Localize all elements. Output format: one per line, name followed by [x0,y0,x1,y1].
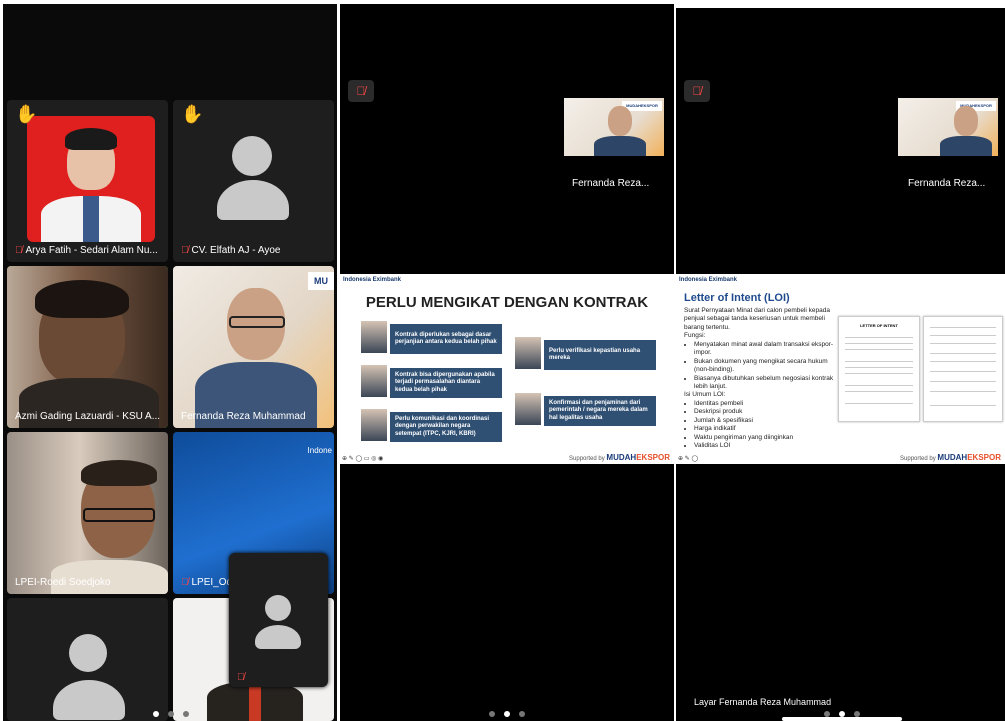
page-indicator[interactable] [153,711,189,717]
page-dot[interactable] [489,711,495,717]
slide-photo [360,320,388,354]
participant-name: 🎙̸ CV. Elfath AJ - Ayoe [181,245,281,256]
slide-footer: Supported by MUDAHEKSPOR [569,453,670,462]
shared-screen-label: Layar Fernanda Reza Muhammad [694,697,832,707]
mic-muted-icon: 🎙̸ [237,672,245,683]
slide-controls[interactable]: ⊕ ✎ ◯ ▭ ◎ ◉ [342,455,383,462]
participant-tile[interactable]: MU Fernanda Reza Muhammad [173,266,334,428]
page-indicator[interactable] [824,711,860,717]
mic-muted-icon: 🎙̸ [15,245,23,256]
slide-subheading: Fungsi: [684,332,706,340]
participant-name: Azmi Gading Lazuardi - KSU A... [15,411,161,422]
eximbank-logo: Indonesia Eximbank [679,277,738,283]
participant-name: Fernanda Reza Muhammad [181,411,306,422]
avatar-body-icon [217,180,289,220]
page-dot[interactable] [168,711,174,717]
mic-muted-icon: 🎙̸ [684,80,710,102]
slide-photo [360,364,388,398]
brand-badge: MU [308,272,334,290]
page-dot[interactable] [519,711,525,717]
list-item: Deskripsi produk [694,408,844,416]
document-title: LETTER OF INTENT [860,323,898,328]
slide-title: Letter of Intent (LOI) [684,292,790,304]
background-text: Indone [307,446,332,455]
participant-name: LPEI-Roedi Soedjoko [15,577,111,588]
list-item: Harga indikatif [694,425,844,433]
presenter-thumbnail[interactable]: MUDAHEKSPOR [564,98,664,156]
list-item: Biasanya dibutuhkan sebelum negosiasi ko… [694,375,844,392]
self-view[interactable]: 🎙̸ [229,553,328,687]
slide-box: Kontrak bisa dipergunakan apabila terjad… [390,368,502,398]
participant-tile[interactable]: LPEI-Roedi Soedjoko [7,432,168,594]
avatar-icon [69,634,107,672]
slide-subheading: Isi Umum LOI: [684,391,726,399]
slide-photo [360,408,388,442]
list-item: Waktu pengiriman yang diinginkan [694,434,844,442]
page-dot[interactable] [839,711,845,717]
raised-hand-icon: ✋ [15,104,38,124]
loi-document-image: LETTER OF INTENT [838,316,920,422]
participant-tile[interactable] [7,598,168,721]
presenter-thumbnail[interactable]: MUDAHEKSPOR [898,98,998,156]
list-item: Menyatakan minat awal dalam transaksi ek… [694,341,844,358]
mic-muted-icon: 🎙̸ [181,577,189,588]
page-dot[interactable] [824,711,830,717]
page-dot[interactable] [854,711,860,717]
list-item: Bukan dokumen yang mengikat secara hukum… [694,358,844,375]
participant-tile-active-speaker[interactable]: Azmi Gading Lazuardi - KSU A... [7,266,168,428]
participant-name: 🎙̸ Arya Fatih - Sedari Alam Nu... [15,245,158,256]
slide-controls[interactable]: ⊕ ✎ ◯ [678,455,698,462]
presentation-slide: Indonesia Eximbank PERLU MENGIKAT DENGAN… [340,274,674,464]
slide-photo [514,392,542,426]
slide-footer: Supported by MUDAHEKSPOR [900,453,1001,462]
slide-intro: Surat Pernyataan Minat dari calon pembel… [684,307,830,331]
participant-video [27,116,155,242]
slide-box: Konfirmasi dan penjaminan dari pemerinta… [544,396,656,426]
page-indicator[interactable] [489,711,525,717]
gallery-panel: ✋ 🎙̸ Arya Fatih - Sedari Alam Nu... ✋ 🎙̸ C… [3,4,337,721]
slide-box: Perlu verifikasi kepastian usaha mereka [544,340,656,370]
slide-box: Perlu komunikasi dan koordinasi dengan p… [390,412,502,442]
avatar-body-icon [53,680,125,720]
list-item: Jumlah & spesifikasi [694,417,844,425]
participant-tile[interactable]: ✋ 🎙̸ CV. Elfath AJ - Ayoe [173,100,334,262]
mic-muted-icon: 🎙̸ [348,80,374,102]
page-dot[interactable] [183,711,189,717]
loi-document-image [923,316,1003,422]
slide-title: PERLU MENGIKAT DENGAN KONTRAK [365,294,649,311]
home-indicator [782,717,902,721]
shared-screen-panel: 🎙̸ MUDAHEKSPOR Fernanda Reza... Indonesi… [676,8,1005,721]
list-item: Validitas LOI [694,442,844,450]
presenter-name: Fernanda Reza... [572,178,650,189]
slide-photo [514,336,542,370]
mic-muted-icon: 🎙̸ [181,245,189,256]
participant-name: 🎙̸ LPEI_Od [181,577,233,588]
presentation-slide: Indonesia Eximbank Letter of Intent (LOI… [676,274,1005,464]
page-dot[interactable] [153,711,159,717]
slide-box: Kontrak diperlukan sebagai dasar perjanj… [390,324,502,354]
raised-hand-icon: ✋ [181,104,204,124]
presenter-name: Fernanda Reza... [908,178,986,189]
page-dot[interactable] [504,711,510,717]
shared-screen-panel: 🎙̸ MUDAHEKSPOR Fernanda Reza... Indonesi… [340,4,674,721]
avatar-body-icon [255,625,301,649]
slide-body: Surat Pernyataan Minat dari calon pembel… [684,307,844,450]
avatar-icon [232,136,272,176]
avatar-icon [265,595,291,621]
eximbank-logo: Indonesia Eximbank [343,277,402,283]
list-item: Identitas pembeli [694,400,844,408]
participant-tile[interactable]: ✋ 🎙̸ Arya Fatih - Sedari Alam Nu... [7,100,168,262]
